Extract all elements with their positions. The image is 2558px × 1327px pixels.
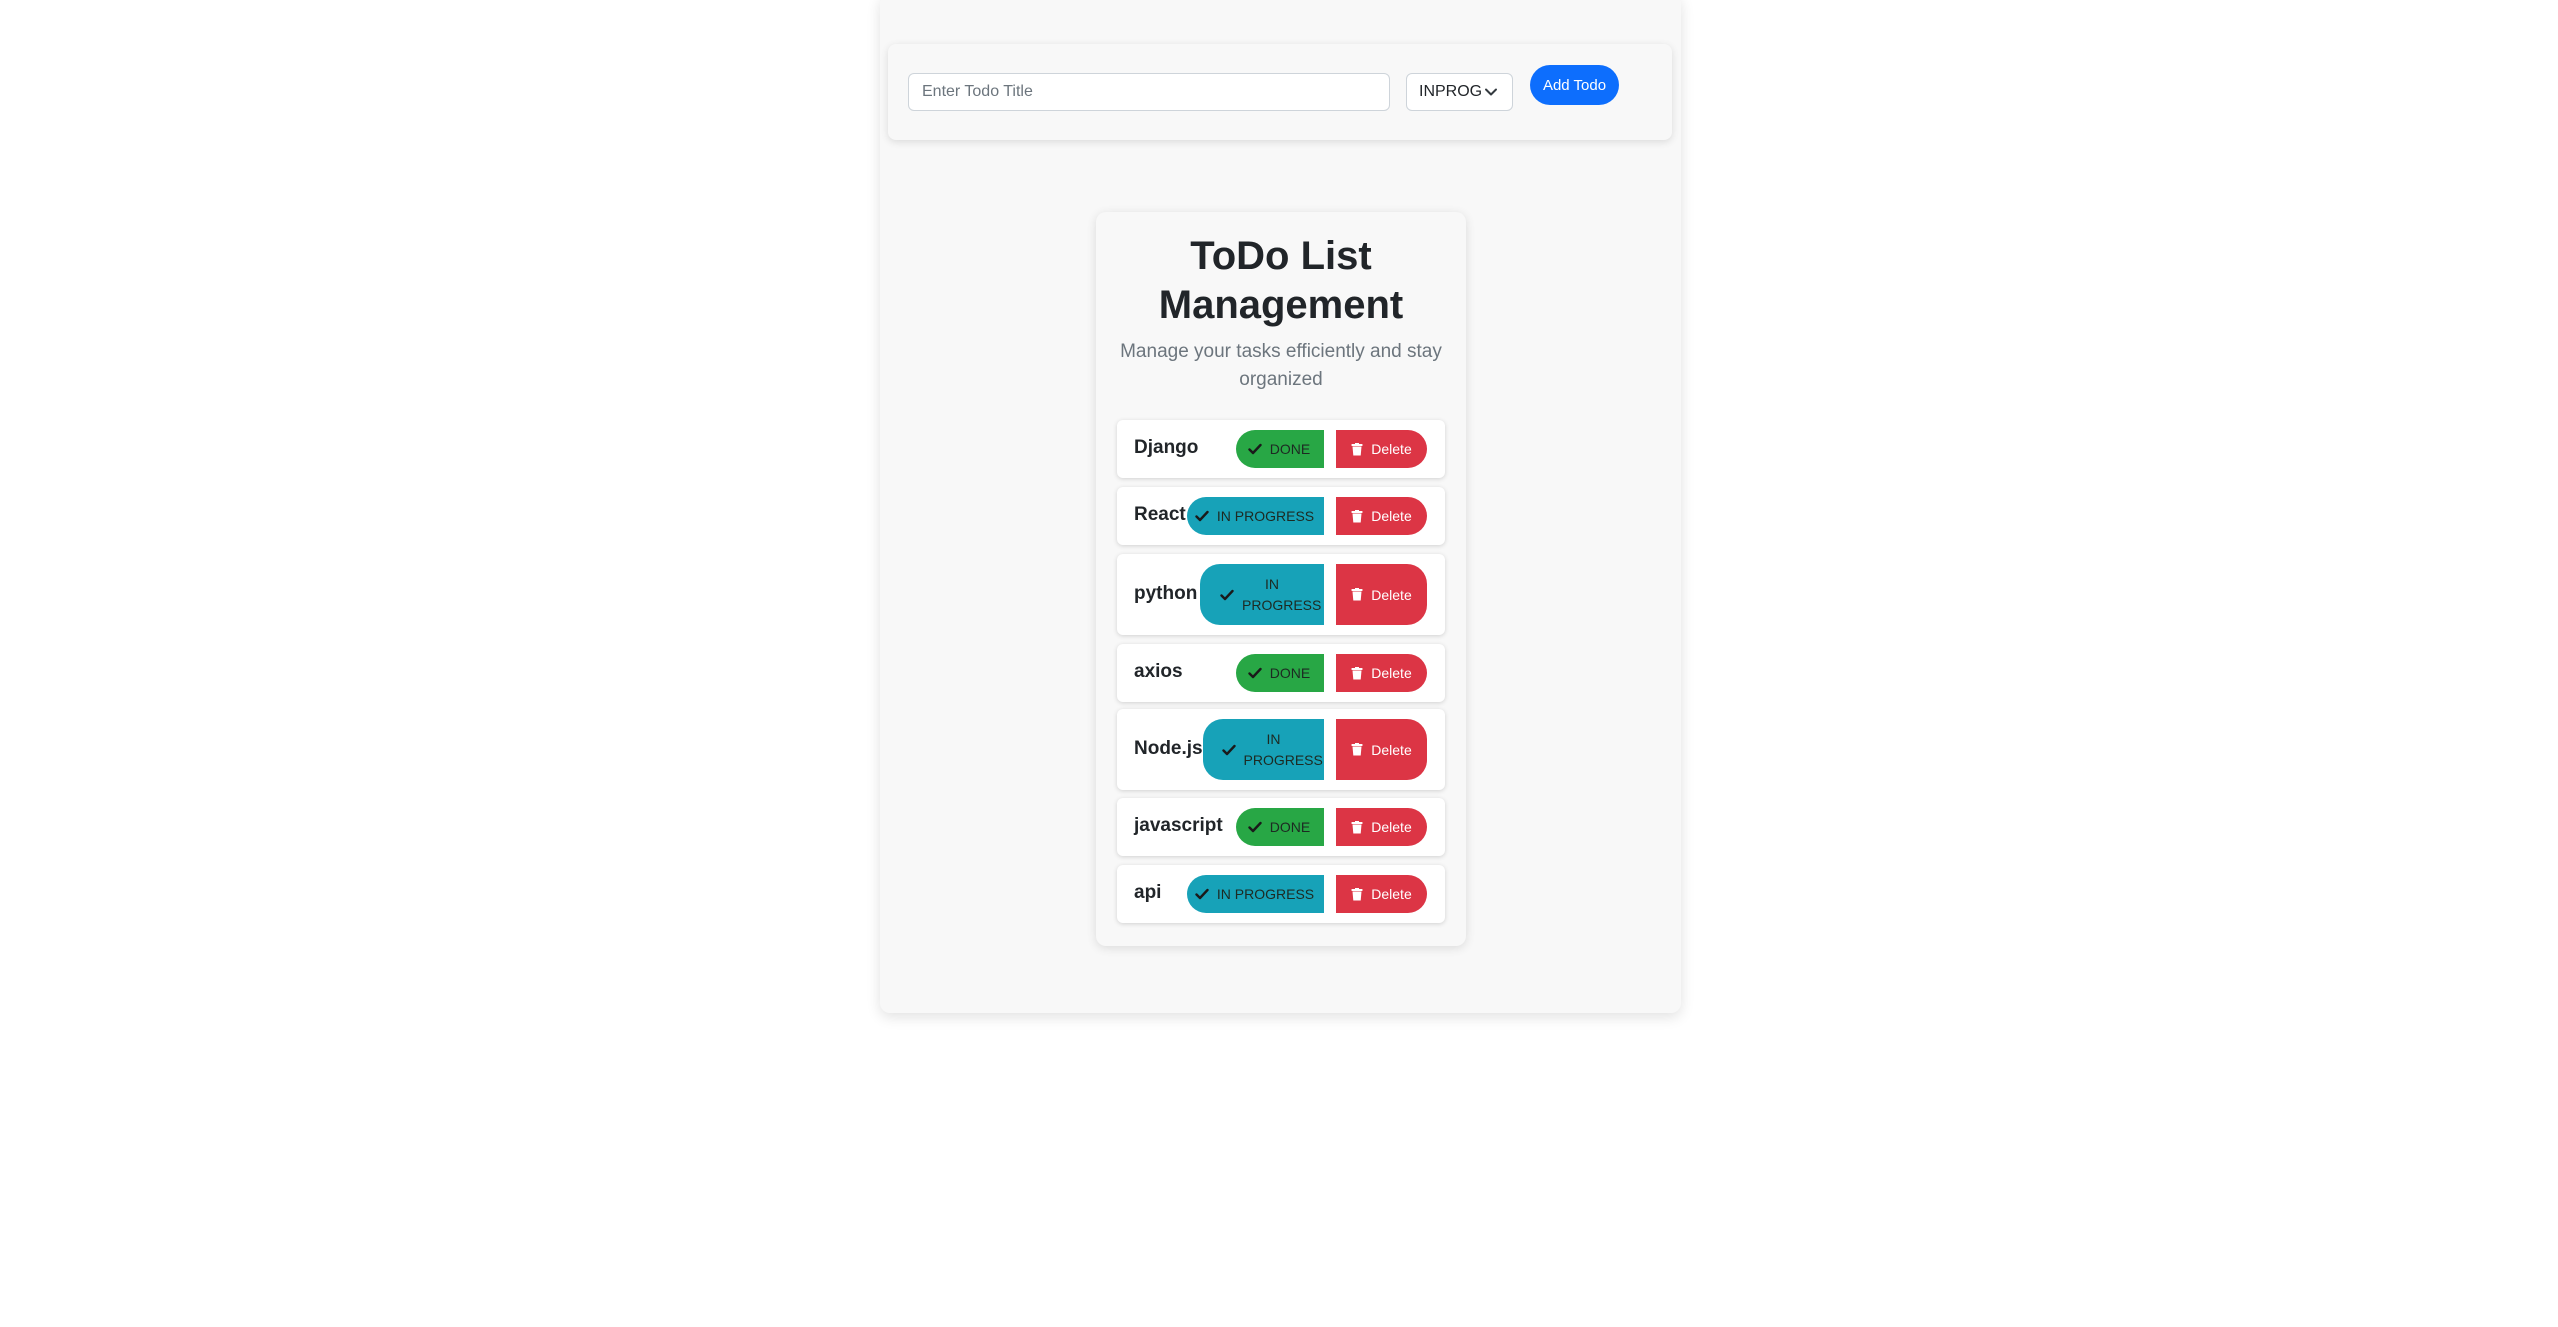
check-icon [1220, 589, 1234, 601]
delete-label: Delete [1371, 819, 1412, 835]
trash-icon [1351, 442, 1363, 456]
chevron-down-icon [1484, 85, 1498, 99]
todo-title: javascript [1134, 815, 1223, 836]
todo-title: Django [1134, 437, 1199, 458]
todo-title: axios [1134, 661, 1183, 682]
status-label: IN PROGRESS [1243, 730, 1323, 768]
todo-title: python [1134, 582, 1198, 604]
delete-button[interactable]: Delete [1336, 564, 1427, 625]
check-icon [1195, 510, 1209, 522]
trash-icon [1351, 666, 1363, 680]
delete-button[interactable]: Delete [1336, 808, 1427, 846]
add-todo-button[interactable]: Add Todo [1530, 65, 1619, 105]
todo-item: React IN PROGRESS Delete [1117, 487, 1445, 545]
todo-item: python IN PROGRESS Delete [1117, 554, 1445, 635]
todo-title: Node.js [1134, 737, 1203, 759]
status-label: IN PROGRESS [1216, 507, 1315, 524]
trash-icon [1351, 887, 1363, 901]
status-toggle-button[interactable]: IN PROGRESS [1200, 564, 1324, 625]
delete-label: Delete [1371, 886, 1412, 902]
status-toggle-button[interactable]: DONE [1236, 430, 1324, 468]
check-icon [1195, 888, 1209, 900]
delete-label: Delete [1371, 508, 1412, 524]
delete-label: Delete [1371, 586, 1412, 603]
page-title: ToDo List Management [1158, 234, 1404, 327]
todo-title-input[interactable] [908, 73, 1390, 111]
status-label: IN PROGRESS [1242, 575, 1322, 613]
check-icon [1248, 821, 1262, 833]
delete-button[interactable]: Delete [1336, 654, 1427, 692]
trash-icon [1351, 820, 1363, 834]
status-label: IN PROGRESS [1216, 885, 1315, 902]
status-toggle-button[interactable]: IN PROGRESS [1187, 497, 1324, 535]
delete-button[interactable]: Delete [1336, 719, 1427, 780]
delete-label: Delete [1371, 741, 1412, 758]
delete-button[interactable]: Delete [1336, 875, 1427, 913]
todo-item: api IN PROGRESS Delete [1117, 865, 1445, 923]
status-toggle-button[interactable]: IN PROGRESS [1203, 719, 1324, 780]
check-icon [1221, 744, 1236, 756]
delete-label: Delete [1371, 441, 1412, 457]
check-icon [1248, 443, 1262, 455]
todo-item: Django DONE Delete [1117, 420, 1445, 478]
delete-button[interactable]: Delete [1336, 430, 1427, 468]
status-toggle-button[interactable]: DONE [1236, 808, 1324, 846]
status-label: DONE [1269, 664, 1311, 681]
status-label: DONE [1269, 818, 1311, 835]
status-select-value: INPROG [1419, 83, 1483, 100]
status-toggle-button[interactable]: DONE [1236, 654, 1324, 692]
trash-icon [1351, 743, 1363, 756]
delete-label: Delete [1371, 665, 1412, 681]
todo-item: axios DONE Delete [1117, 644, 1445, 702]
todo-title: React [1134, 504, 1186, 525]
status-select[interactable]: INPROG [1406, 73, 1513, 111]
todo-item: javascript DONE Delete [1117, 798, 1445, 856]
todo-item: Node.js IN PROGRESS Delete [1117, 709, 1445, 790]
status-label: DONE [1269, 440, 1311, 457]
check-icon [1248, 667, 1262, 679]
todo-title: api [1134, 882, 1162, 903]
delete-button[interactable]: Delete [1336, 497, 1427, 535]
trash-icon [1351, 588, 1363, 601]
page-subtitle: Manage your tasks efficiently and stay o… [1120, 341, 1442, 390]
status-toggle-button[interactable]: IN PROGRESS [1187, 875, 1324, 913]
trash-icon [1351, 509, 1363, 523]
